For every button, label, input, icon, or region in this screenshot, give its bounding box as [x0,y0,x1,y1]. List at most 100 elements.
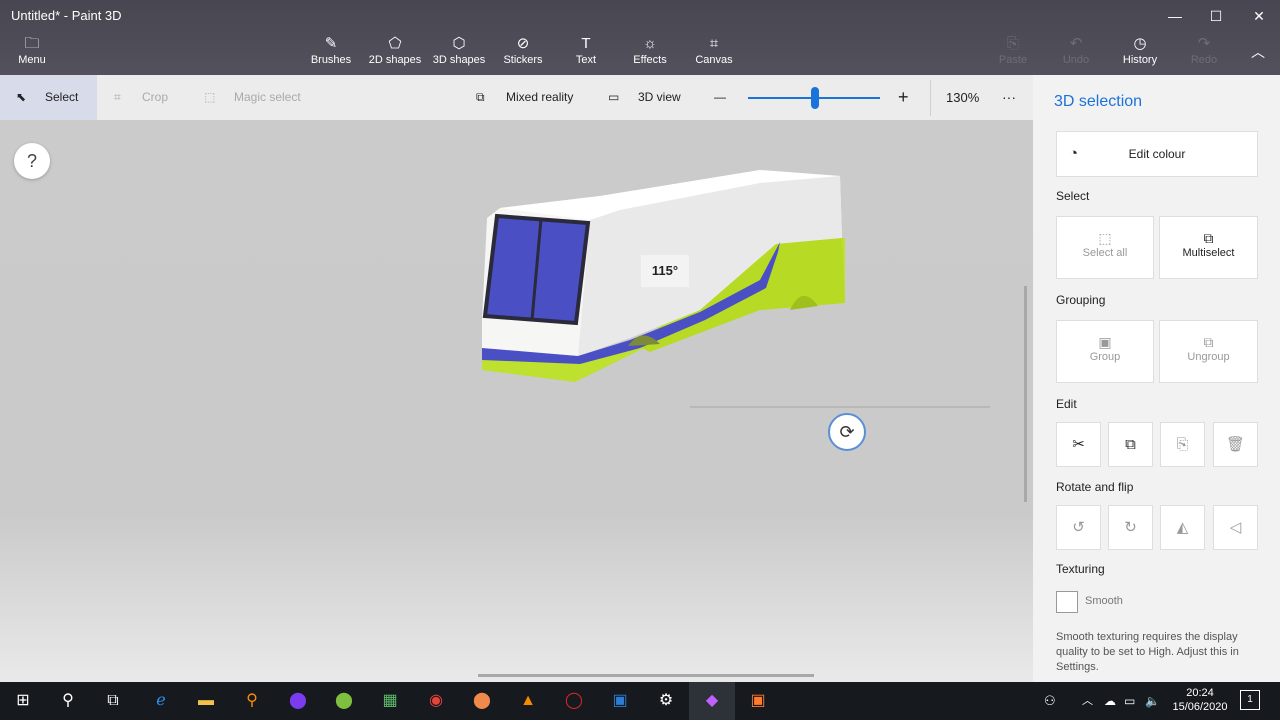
tool-label: Brushes [310,54,352,66]
redo-label: Redo [1190,54,1218,66]
canvas-area[interactable]: ? 115° ⟳ [0,120,1033,682]
search-app-icon[interactable]: ⚲ [229,682,275,720]
canvas-icon: ⌗ [709,35,719,52]
network-icon[interactable]: ☁ [1104,682,1116,720]
more-options-button[interactable]: ··· [1002,75,1016,120]
palette-icon: ◔ [1069,145,1079,162]
undo-button[interactable]: ↶ Undo [1056,34,1096,74]
crop-icon: ⌗ [114,90,121,104]
smooth-note: Smooth texturing requires the display qu… [1056,631,1239,673]
canvas-scrollbar[interactable] [1024,286,1027,502]
cut-icon[interactable]: ✂ [1056,422,1101,467]
chrome-icon[interactable]: ◉ [413,682,459,720]
flip-vertical-icon[interactable]: ◁ [1213,505,1258,550]
edit-colour-label: Edit colour [1128,147,1186,161]
panel-title: 3D selection [1054,93,1143,110]
multiselect-label: Multiselect [1182,247,1235,259]
zoom-level: 130% [946,90,980,105]
sun-icon: ☼ [643,35,657,52]
tool-3d-shapes[interactable]: ⬡ 3D shapes [430,34,488,74]
notifications-icon[interactable]: 1 [1240,690,1260,710]
copy-icon[interactable]: ⧉ [1108,422,1153,467]
opera-icon[interactable]: ◯ [551,682,597,720]
delete-icon[interactable]: 🗑 [1213,422,1258,467]
redo-button[interactable]: ↷ Redo [1184,34,1224,74]
rotate-left-icon[interactable]: ↺ [1056,505,1101,550]
tool-label: Text [575,54,597,66]
vlc-icon[interactable]: ▲ [505,682,551,720]
tool-label: Canvas [695,54,733,66]
paste-button[interactable]: ⎘ Paste [993,34,1033,74]
bus-3d-model[interactable] [0,120,1033,682]
history-button[interactable]: ◷ History [1116,34,1164,74]
canvas-hscrollbar[interactable] [478,674,814,677]
crop-button[interactable]: Crop [142,75,168,120]
people-icon[interactable]: ⚇ [1044,682,1056,720]
battery-icon[interactable]: ▭ [1124,682,1135,720]
tool-text[interactable]: T Text [566,34,606,74]
tool-label: 2D shapes [368,54,422,66]
tool-stickers[interactable]: ⊘ Stickers [498,34,548,74]
tool-2d-shapes[interactable]: ⬠ 2D shapes [366,34,424,74]
texturing-section-label: Texturing [1056,562,1105,576]
start-button-icon[interactable]: ⊞ [0,682,46,720]
edge-icon[interactable]: ℯ [138,682,184,720]
menu-button[interactable]: 🗀 Menu [10,34,54,74]
tool-label: 3D shapes [432,54,486,66]
cad-app-icon[interactable]: ▦ [367,682,413,720]
volume-icon[interactable]: 🔈 [1145,682,1160,720]
multiselect-button[interactable]: ⧉ Multiselect [1159,216,1258,279]
brush-icon: ✎ [324,35,338,52]
paste-icon[interactable]: ⎘ [1160,422,1205,467]
tool-brushes[interactable]: ✎ Brushes [306,34,356,74]
shape-2d-icon: ⬠ [388,35,402,52]
close-button[interactable]: ✕ [1239,4,1279,28]
minimize-button[interactable]: — [1155,4,1195,28]
select-section-label: Select [1056,189,1090,203]
group-button[interactable]: ▣ Group [1056,320,1154,383]
window-title: Untitled* - Paint 3D [11,8,122,23]
view-3d-button[interactable]: 3D view [638,75,681,120]
history-label: History [1122,54,1158,66]
tool-canvas[interactable]: ⌗ Canvas [692,34,736,74]
zoom-in-button[interactable]: + [898,75,909,120]
app-orange-square-icon[interactable]: ▣ [735,682,781,720]
tray-expand-icon[interactable]: ︿ [1082,682,1093,720]
clock-time: 20:24 [1186,687,1214,699]
window-app-icon[interactable]: ▣ [597,682,643,720]
clock[interactable]: 20:24 15/06/2020 [1170,686,1230,714]
file-explorer-icon[interactable]: ▬ [183,682,229,720]
edit-colour-button[interactable]: ◔ Edit colour [1056,131,1258,177]
magic-select-button[interactable]: Magic select [234,75,301,120]
collapse-ribbon-icon[interactable]: ︿ [1248,42,1268,62]
task-view-icon[interactable]: ⧉ [90,682,136,720]
select-all-button[interactable]: ⬚ Select all [1056,216,1154,279]
smooth-checkbox[interactable] [1056,591,1078,613]
settings-icon[interactable]: ⚙ [643,682,689,720]
rotate-handle-icon[interactable]: ⟳ [828,413,866,451]
tool-label: Stickers [503,54,543,66]
app-orange-icon[interactable]: ⬤ [459,682,505,720]
divider [930,80,931,116]
group-icon: ▣ [1098,334,1112,350]
rotate-right-icon[interactable]: ↻ [1108,505,1153,550]
select-all-label: Select all [1082,247,1128,259]
mixed-reality-button[interactable]: Mixed reality [506,75,573,120]
flip-horizontal-icon[interactable]: ◭ [1160,505,1205,550]
paint-3d-icon[interactable]: ◆ [689,682,735,720]
select-label: Select [45,90,79,104]
view-3d-icon: ▭ [608,90,620,104]
app-purple-icon[interactable]: ⬤ [275,682,321,720]
folder-icon: 🗀 [24,35,40,52]
mixed-reality-icon: ⧉ [476,90,485,104]
app-green-icon[interactable]: ⬤ [321,682,367,720]
maximize-button[interactable]: ☐ [1196,4,1236,28]
clipboard-icon: ⎘ [1006,35,1019,52]
group-label: Group [1089,351,1121,363]
ungroup-button[interactable]: ⧉ Ungroup [1159,320,1258,383]
zoom-slider-thumb[interactable] [811,87,820,109]
rotate-flip-section-label: Rotate and flip [1056,480,1134,494]
search-icon[interactable]: ⚲ [45,682,91,720]
zoom-out-button[interactable]: — [714,75,726,120]
tool-effects[interactable]: ☼ Effects [628,34,672,74]
